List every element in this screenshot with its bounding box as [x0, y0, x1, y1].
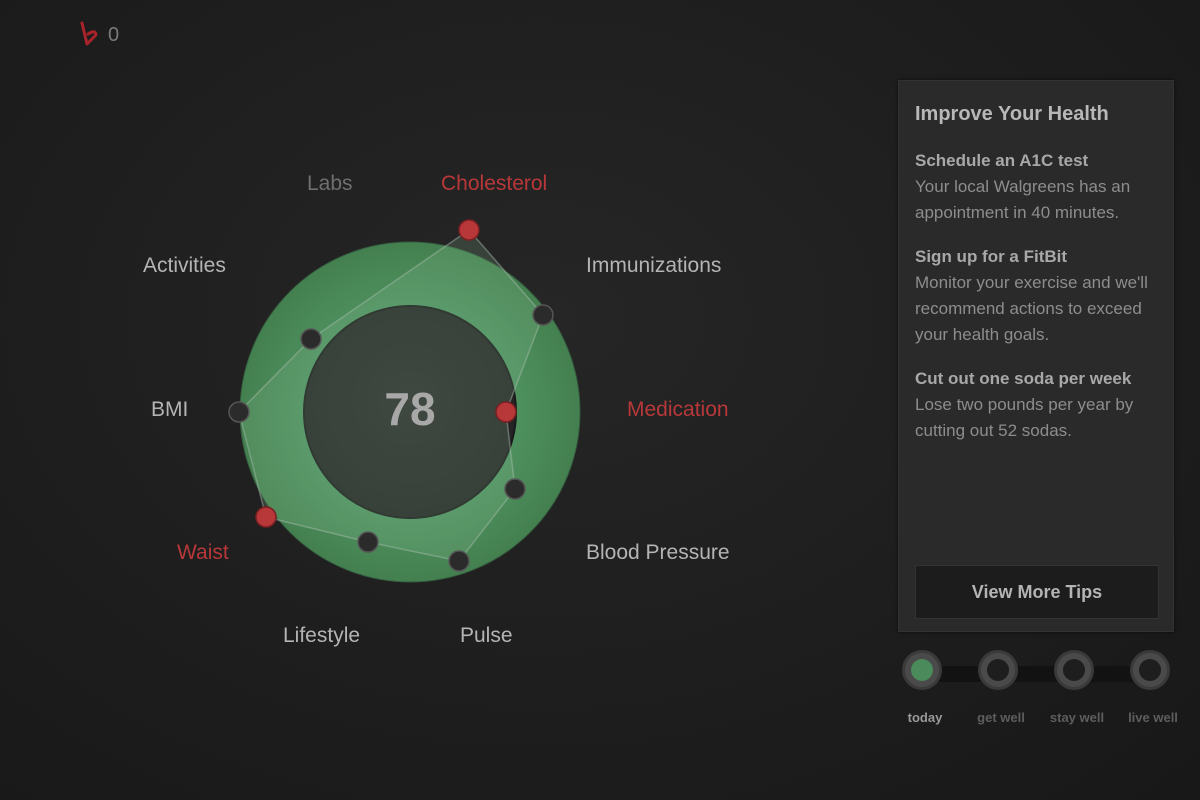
- timeline-track: [922, 666, 1152, 682]
- metric-dot-cholesterol[interactable]: [458, 219, 480, 241]
- tip-body: Your local Walgreens has an appointment …: [915, 177, 1131, 222]
- metric-label-pulse[interactable]: Pulse: [460, 624, 513, 648]
- metric-dot-medication[interactable]: [495, 401, 517, 423]
- metric-dot-lifestyle[interactable]: [357, 531, 379, 553]
- tip-body: Lose two pounds per year by cutting out …: [915, 395, 1134, 440]
- metric-label-medication[interactable]: Medication: [627, 398, 729, 422]
- metric-label-waist[interactable]: Waist: [177, 541, 229, 565]
- wellness-timeline: today get well stay well live well: [898, 650, 1178, 730]
- step-label: stay well: [1049, 710, 1105, 725]
- metric-label-cholesterol[interactable]: Cholesterol: [441, 172, 547, 196]
- step-indicator: [978, 650, 1018, 690]
- improve-health-panel: Improve Your Health Schedule an A1C test…: [898, 80, 1174, 632]
- tip-title: Sign up for a FitBit: [915, 247, 1068, 266]
- tips-title: Improve Your Health: [915, 103, 1109, 125]
- view-more-tips-button[interactable]: View More Tips: [915, 565, 1159, 619]
- tip-body: Monitor your exercise and we'll recommen…: [915, 273, 1148, 344]
- tip-title: Cut out one soda per week: [915, 369, 1132, 388]
- step-label: today: [907, 710, 943, 725]
- metric-label-labs[interactable]: Labs: [307, 172, 353, 196]
- tip-item[interactable]: Cut out one soda per week Lose two pound…: [915, 366, 1157, 444]
- metric-dot-activities[interactable]: [300, 328, 322, 350]
- health-score-value: 78: [384, 383, 436, 435]
- metric-dot-immunizations[interactable]: [532, 304, 554, 326]
- metric-label-blood-pressure[interactable]: Blood Pressure: [586, 541, 730, 565]
- tip-title: Schedule an A1C test: [915, 151, 1089, 170]
- tip-item[interactable]: Schedule an A1C test Your local Walgreen…: [915, 148, 1157, 226]
- step-indicator: [902, 650, 942, 690]
- step-label: live well: [1128, 710, 1178, 725]
- step-indicator: [1054, 650, 1094, 690]
- metric-label-activities[interactable]: Activities: [143, 254, 226, 278]
- timeline-step-get-well[interactable]: get well: [977, 650, 1025, 725]
- metric-dot-waist[interactable]: [255, 506, 277, 528]
- metric-dot-blood-pressure[interactable]: [504, 478, 526, 500]
- metric-dot-pulse[interactable]: [448, 550, 470, 572]
- timeline-step-today[interactable]: today: [902, 650, 948, 725]
- step-indicator: [1130, 650, 1170, 690]
- metric-label-bmi[interactable]: BMI: [151, 398, 188, 422]
- metric-dot-bmi[interactable]: [228, 401, 250, 423]
- step-label: get well: [977, 710, 1025, 725]
- metric-label-immunizations[interactable]: Immunizations: [586, 254, 721, 278]
- timeline-step-live-well[interactable]: live well: [1128, 650, 1178, 725]
- timeline-step-stay-well[interactable]: stay well: [1050, 650, 1104, 725]
- metric-label-lifestyle[interactable]: Lifestyle: [283, 624, 360, 648]
- tip-item[interactable]: Sign up for a FitBit Monitor your exerci…: [915, 244, 1157, 348]
